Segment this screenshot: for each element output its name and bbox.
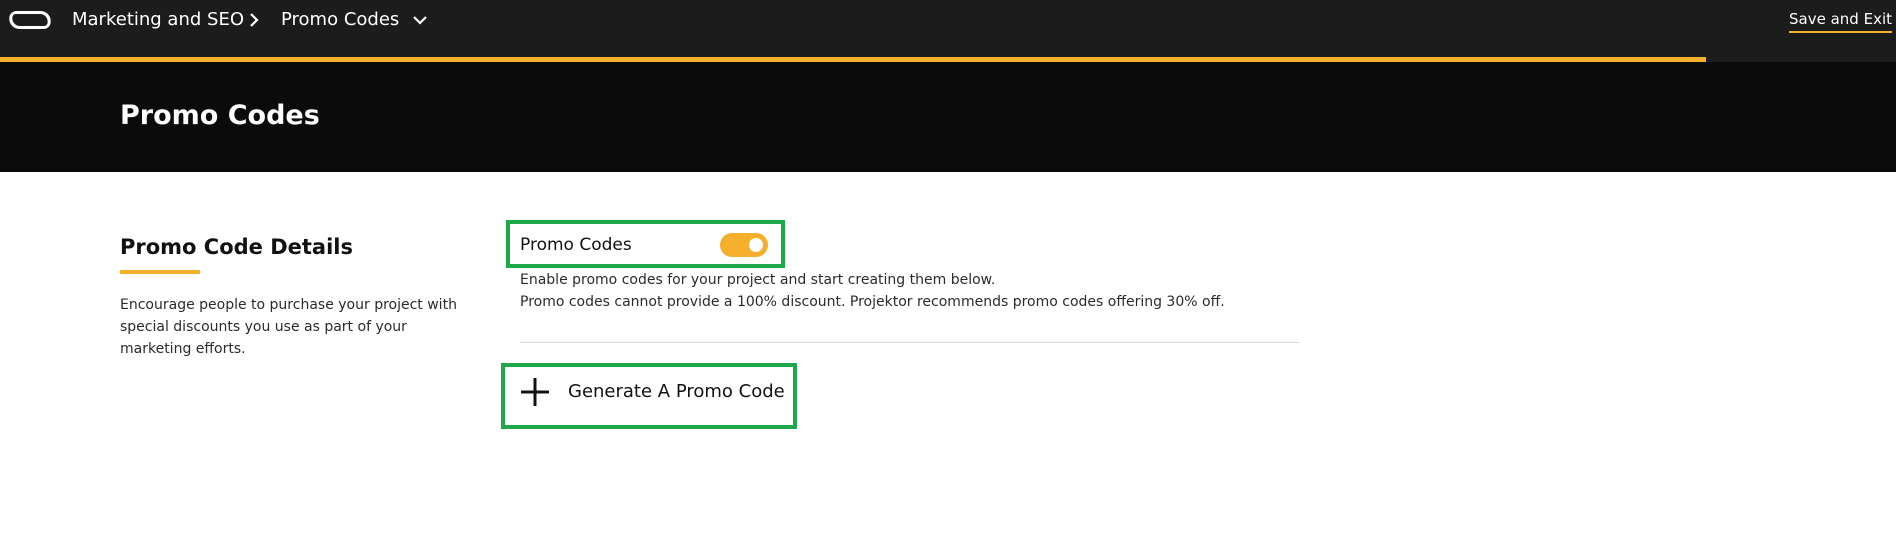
top-bar: Marketing and SEO Promo Codes Save and E… — [0, 0, 1896, 62]
generate-promo-code-label: Generate A Promo Code — [568, 381, 785, 402]
promo-codes-toggle[interactable] — [720, 233, 768, 257]
section-title-underline — [120, 270, 200, 274]
chevron-right-icon — [250, 13, 259, 27]
promo-help-text-2: Promo codes cannot provide a 100% discou… — [520, 294, 1225, 310]
page-title: Promo Codes — [120, 100, 320, 131]
promo-help-text-1: Enable promo codes for your project and … — [520, 272, 996, 288]
save-and-exit-link[interactable]: Save and Exit — [1789, 10, 1892, 33]
section-title: Promo Code Details — [120, 235, 353, 259]
promo-codes-toggle-label: Promo Codes — [520, 235, 632, 255]
chevron-down-icon[interactable] — [411, 14, 429, 26]
projektor-logo-icon[interactable] — [7, 11, 53, 29]
toggle-knob — [749, 238, 763, 252]
breadcrumb-marketing-seo[interactable]: Marketing and SEO — [72, 9, 244, 31]
plus-icon — [521, 378, 549, 406]
page-header: Promo Codes — [0, 62, 1896, 172]
divider — [520, 342, 1300, 343]
section-description: Encourage people to purchase your projec… — [120, 297, 457, 357]
breadcrumb-promo-codes: Promo Codes — [281, 9, 400, 30]
